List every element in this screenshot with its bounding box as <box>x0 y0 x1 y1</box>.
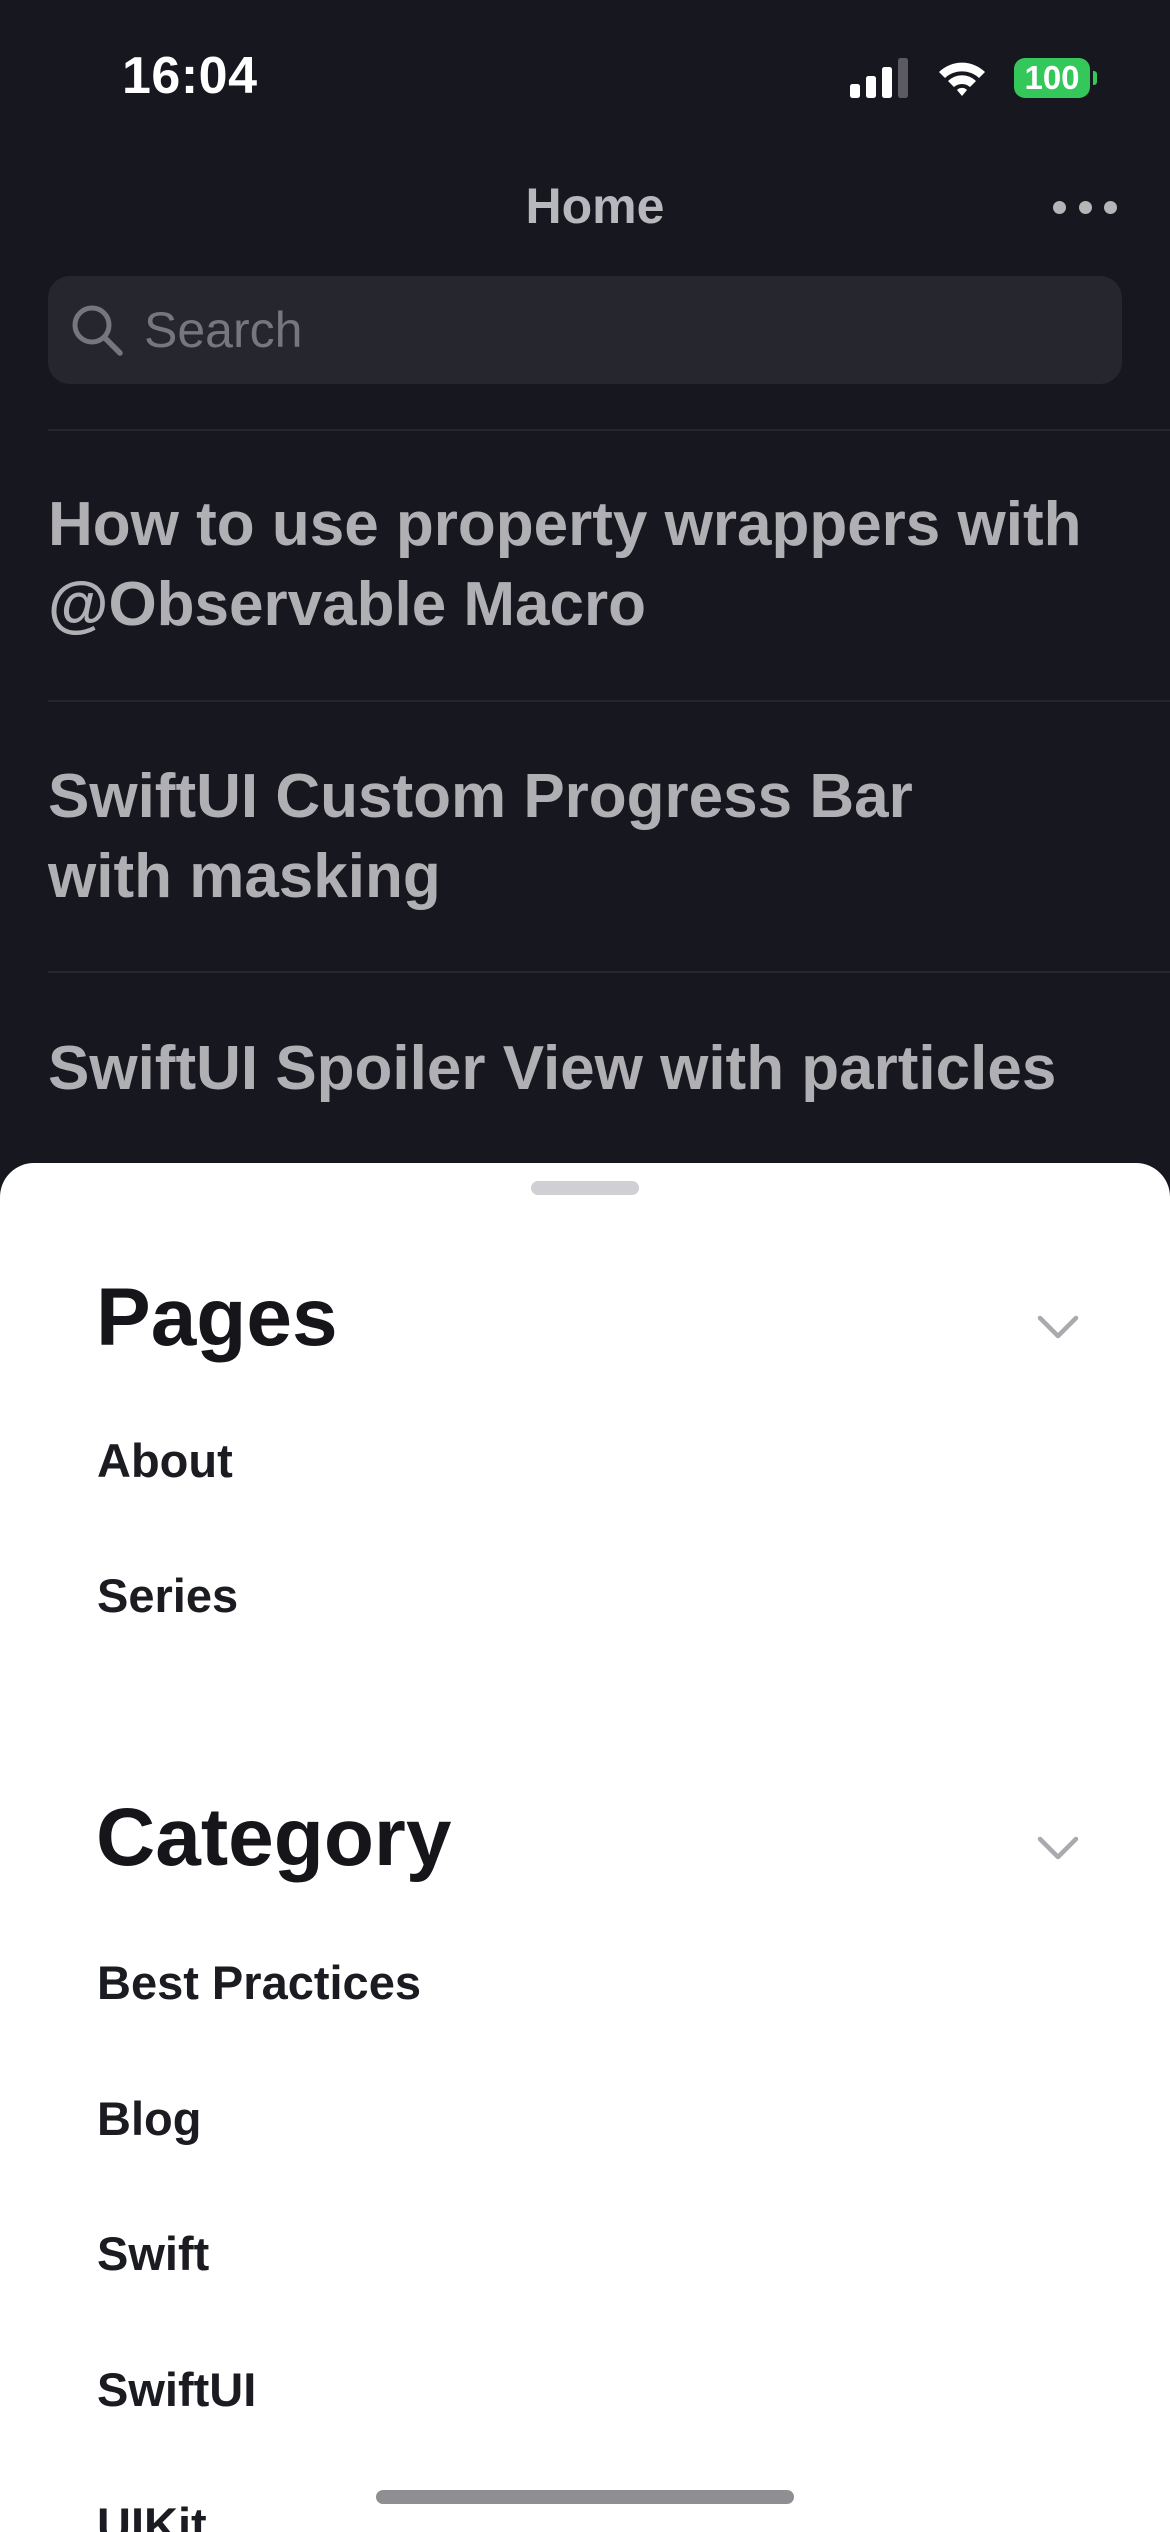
search-input[interactable]: Search <box>48 276 1122 384</box>
post-title[interactable]: SwiftUI Spoiler View with particles <box>48 1029 1128 1109</box>
wifi-icon <box>939 62 985 96</box>
status-icons: 100 <box>850 56 1097 100</box>
section-title-category[interactable]: Category <box>96 1791 451 1885</box>
more-options-button[interactable] <box>1053 192 1117 222</box>
bottom-sheet: Pages About Series Category Best Practic… <box>0 1163 1170 2532</box>
sheet-grabber[interactable] <box>531 1181 639 1195</box>
home-indicator[interactable] <box>376 2490 794 2504</box>
ellipsis-dot <box>1104 200 1117 214</box>
sheet-item-best-practices[interactable]: Best Practices <box>97 1955 421 2010</box>
screen: 16:04 100 Home Search How to use propert… <box>0 0 1170 2532</box>
sheet-item-about[interactable]: About <box>97 1433 233 1488</box>
divider <box>48 700 1170 702</box>
post-title[interactable]: How to use property wrappers with @Obser… <box>48 485 1128 645</box>
signal-icon <box>850 58 908 98</box>
sheet-item-series[interactable]: Series <box>97 1568 238 1623</box>
sheet-item-blog[interactable]: Blog <box>97 2091 201 2146</box>
post-title[interactable]: SwiftUI Custom Progress Bar with masking <box>48 757 1128 917</box>
chevron-down-icon[interactable] <box>1036 1834 1080 1862</box>
nav-title: Home <box>525 178 665 234</box>
ellipsis-icon <box>1053 200 1066 214</box>
status-time: 16:04 <box>122 47 258 105</box>
chevron-down-icon[interactable] <box>1036 1313 1080 1341</box>
battery-icon: 100 <box>1014 58 1097 98</box>
sheet-item-uikit[interactable]: UIKit <box>97 2497 207 2532</box>
ellipsis-dot <box>1078 200 1092 214</box>
sheet-item-swift[interactable]: Swift <box>97 2226 209 2281</box>
search-placeholder: Search <box>144 302 303 358</box>
sheet-item-swiftui[interactable]: SwiftUI <box>97 2362 256 2417</box>
divider <box>48 971 1170 973</box>
search-icon <box>72 305 123 356</box>
section-title-pages[interactable]: Pages <box>96 1271 338 1365</box>
battery-level: 100 <box>1024 59 1080 96</box>
divider <box>48 429 1170 431</box>
